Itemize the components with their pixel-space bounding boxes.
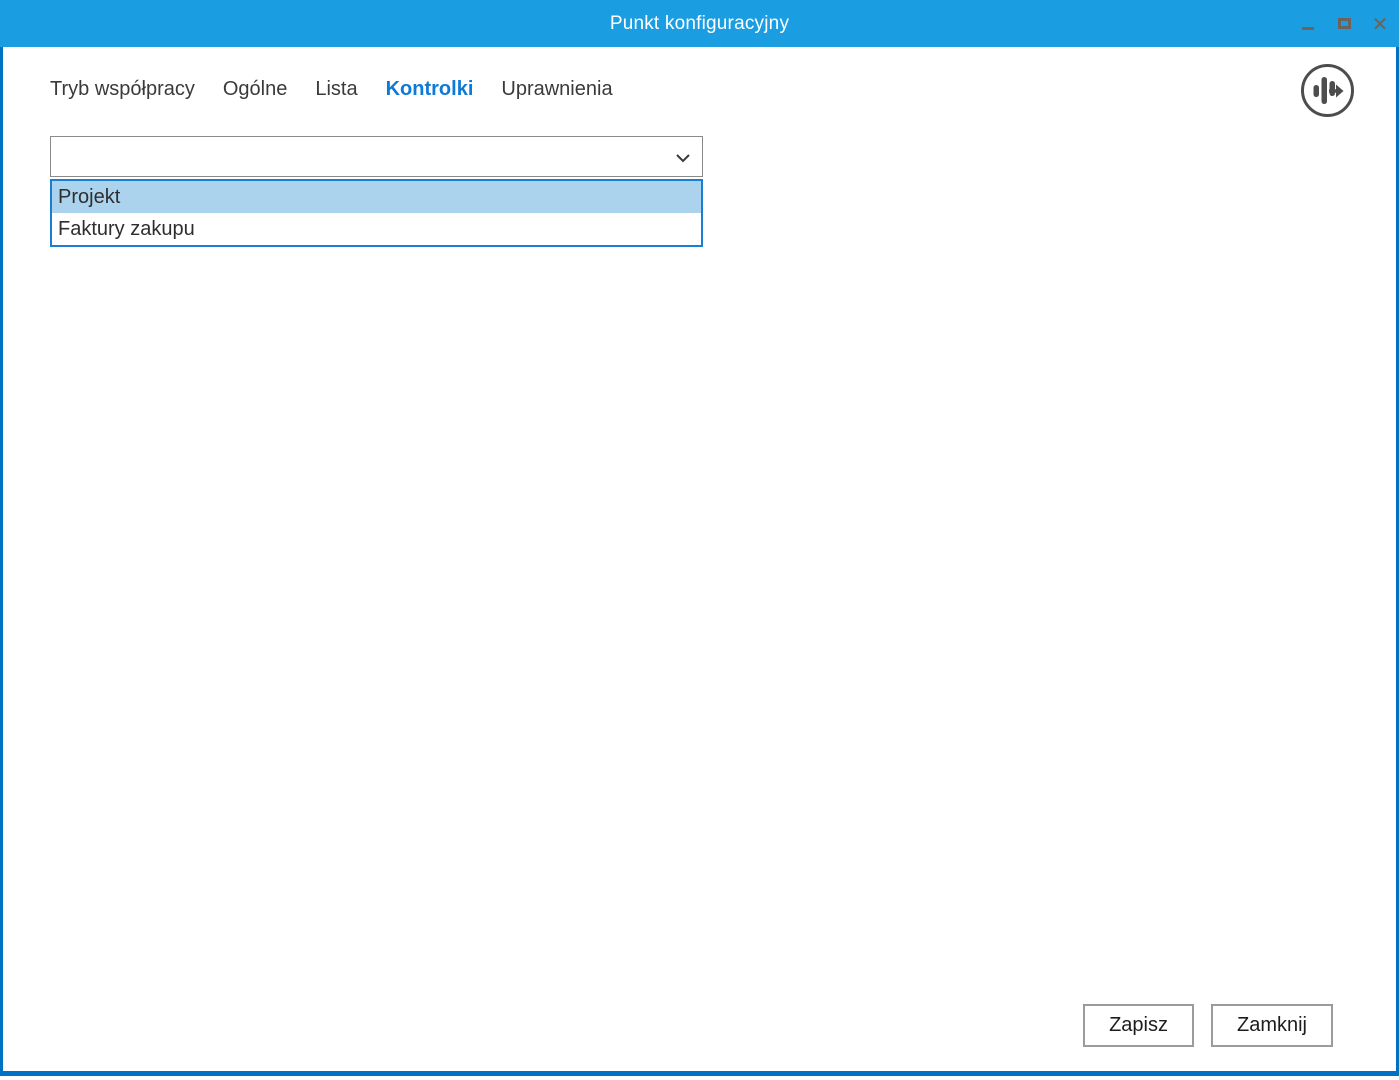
tab-uprawnienia[interactable]: Uprawnienia (501, 78, 612, 101)
minimize-icon (1302, 27, 1314, 30)
dropdown-option-projekt[interactable]: Projekt (52, 181, 701, 213)
tab-bar: Tryb współpracy Ogólne Lista Kontrolki U… (50, 78, 613, 101)
window-controls: ✕ (1297, 0, 1391, 47)
window-title: Punkt konfiguracyjny (609, 13, 790, 34)
tab-ogolne[interactable]: Ogólne (223, 78, 288, 101)
tab-lista[interactable]: Lista (315, 78, 357, 101)
levels-arrow-icon[interactable] (1299, 62, 1356, 119)
titlebar: Punkt konfiguracyjny ✕ (0, 0, 1399, 47)
close-icon: ✕ (1371, 11, 1389, 36)
close-dialog-button[interactable]: Zamknij (1210, 1004, 1333, 1047)
control-type-combobox[interactable] (50, 136, 703, 177)
close-button[interactable]: ✕ (1369, 13, 1391, 35)
tab-kontrolki[interactable]: Kontrolki (386, 78, 474, 101)
save-button[interactable]: Zapisz (1083, 1004, 1194, 1047)
maximize-button[interactable] (1333, 13, 1355, 35)
combobox-dropdown-list: Projekt Faktury zakupu (50, 179, 703, 247)
footer-button-row: Zapisz Zamknij (1083, 1004, 1333, 1047)
minimize-button[interactable] (1297, 13, 1319, 35)
chevron-down-icon[interactable] (674, 149, 692, 167)
config-point-window: Punkt konfiguracyjny ✕ Tryb współpracy O… (0, 0, 1399, 1076)
maximize-icon (1337, 18, 1351, 29)
dropdown-option-faktury-zakupu[interactable]: Faktury zakupu (52, 213, 701, 245)
tab-tryb-wspolpracy[interactable]: Tryb współpracy (50, 78, 195, 101)
